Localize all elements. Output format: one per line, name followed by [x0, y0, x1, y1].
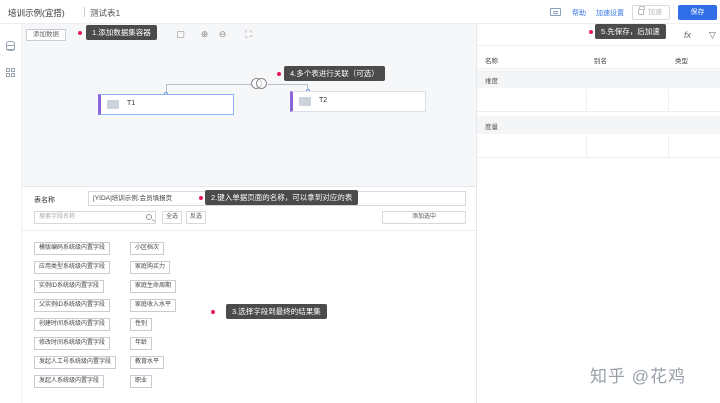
table-name-label: 表名称 — [34, 197, 55, 204]
watermark: 知乎 @花鸡 — [590, 367, 686, 386]
select-all-button[interactable]: 全选 — [162, 211, 182, 224]
node-label: T1 — [127, 100, 136, 107]
callout-5: 5.先保存，后加速 — [595, 24, 666, 39]
field-chip[interactable]: 家庭购买力 — [130, 261, 171, 274]
callout-4: 4.多个表进行关联（可选） — [284, 66, 385, 81]
field-chip[interactable]: 父实例ID系统级内置字段 — [34, 299, 111, 312]
field-chip[interactable]: 创建时间系统级内置字段 — [34, 318, 111, 331]
callout-2: 2.键入单据页面的名称，可以拿到对应的表 — [205, 190, 359, 205]
fullscreen-icon[interactable]: ⛶ — [244, 30, 253, 39]
field-chip[interactable]: 修改时间系统级内置字段 — [34, 337, 111, 350]
field-chip[interactable]: 小区档次 — [130, 242, 165, 255]
app-title: 培训示例(宜搭) — [8, 8, 65, 18]
database-icon[interactable] — [6, 41, 15, 51]
table-row — [477, 89, 720, 112]
accelerate-label: 加速 — [648, 9, 662, 16]
callout-1: 1.添加数据集容器 — [86, 25, 157, 40]
save-button[interactable]: 保存 — [678, 5, 717, 20]
field-chip[interactable]: 性别 — [130, 318, 153, 331]
field-chip[interactable]: 实例ID系统级内置字段 — [34, 280, 105, 293]
accelerate-button[interactable]: 加速 — [632, 5, 670, 20]
field-chip[interactable]: 家庭生命周期 — [130, 280, 177, 293]
callout-marker — [78, 31, 82, 35]
callout-3: 3.选择字段到最终的结果集 — [226, 304, 327, 319]
table-node-t1[interactable]: T1 — [98, 94, 234, 115]
table-node-t2[interactable]: T2 — [290, 91, 426, 112]
table-icon — [107, 100, 119, 109]
field-chip[interactable]: 发起人系统级内置字段 — [34, 375, 105, 388]
callout-marker — [199, 196, 203, 200]
add-selected-button[interactable]: 添加选中 — [382, 211, 466, 224]
join-connector-left — [166, 84, 252, 94]
field-chip[interactable]: 应用类型系统级内置字段 — [34, 261, 111, 274]
field-chip[interactable]: 家庭收入水平 — [130, 299, 177, 312]
join-icon[interactable] — [250, 77, 268, 91]
dataset-name[interactable]: 测试表1 — [90, 7, 120, 19]
filter-icon[interactable]: ▽ — [709, 30, 716, 41]
callout-marker — [589, 30, 593, 34]
field-search-input[interactable]: 搜索字段名称 — [34, 211, 156, 224]
accel-settings-link[interactable]: 加速设置 — [596, 8, 624, 18]
field-chip[interactable]: 发起人工号系统级内置字段 — [34, 356, 117, 369]
column-header: 名称 — [485, 58, 498, 65]
field-chip[interactable]: 职业 — [130, 375, 153, 388]
section-label: 度量 — [485, 124, 498, 131]
field-chip[interactable]: 模版编码系统级内置字段 — [34, 242, 111, 255]
lock-icon — [638, 6, 645, 15]
search-icon[interactable] — [146, 214, 152, 220]
add-data-button[interactable]: 添加数据 — [26, 29, 66, 41]
zoom-in-icon[interactable]: ⊕ — [200, 30, 209, 39]
table-row — [477, 135, 720, 158]
table-icon — [299, 97, 311, 106]
section-dimension: 维度 — [477, 70, 720, 88]
column-header: 别名 — [594, 58, 607, 65]
invert-selection-button[interactable]: 反选 — [186, 211, 206, 224]
keyboard-icon[interactable] — [550, 8, 561, 16]
divider — [22, 230, 476, 231]
top-bar: 培训示例(宜搭) 测试表1 帮助 加速设置 加速 保存 — [0, 0, 720, 24]
node-label: T2 — [319, 97, 328, 104]
field-chip[interactable]: 年龄 — [130, 337, 153, 350]
zoom-out-icon[interactable]: ⊖ — [218, 30, 227, 39]
formula-icon[interactable]: fx — [684, 30, 691, 40]
field-chip[interactable]: 教育水平 — [130, 356, 165, 369]
left-rail — [0, 24, 22, 403]
grid-icon[interactable] — [6, 68, 16, 78]
section-label: 维度 — [485, 78, 498, 85]
callout-marker — [211, 310, 215, 314]
section-measure: 度量 — [477, 116, 720, 134]
column-header: 类型 — [675, 58, 688, 65]
panel-columns: 名称 别名 类型 — [477, 48, 720, 69]
callout-marker — [277, 72, 281, 76]
fit-view-icon[interactable]: ▢ — [176, 30, 185, 39]
help-link[interactable]: 帮助 — [572, 8, 586, 18]
field-panel: fx ▽ 名称 别名 类型 维度 度量 — [476, 24, 720, 403]
title-divider — [84, 7, 85, 17]
